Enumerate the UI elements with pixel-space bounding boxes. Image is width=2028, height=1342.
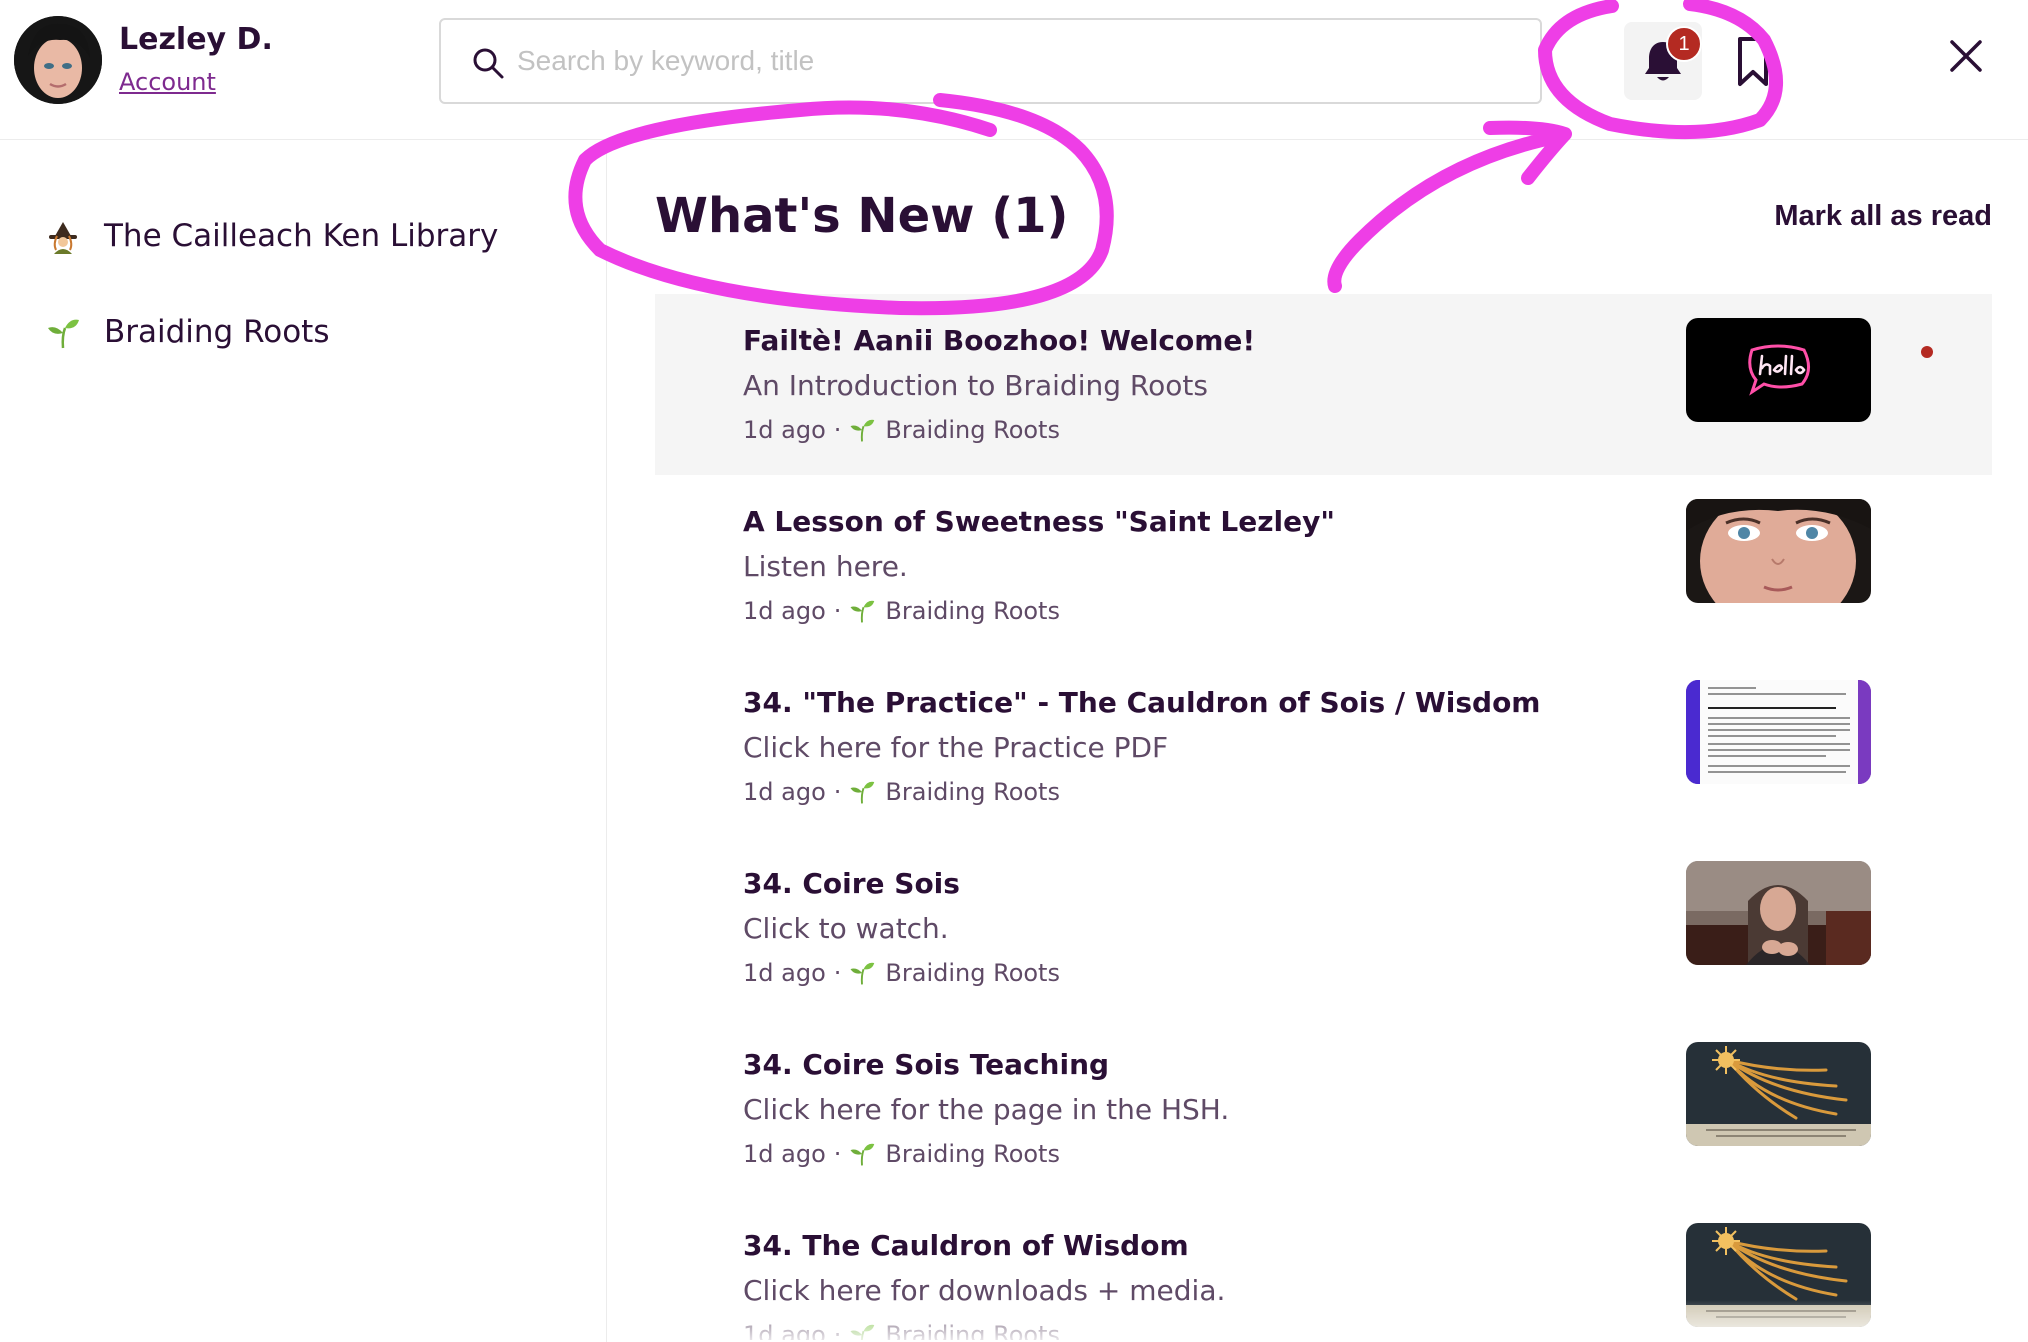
thumbnail-image [1686, 499, 1871, 603]
notification-feed: Failtè! Aanii Boozhoo! Welcome! An Intro… [655, 294, 1992, 1340]
feed-item-description: Click to watch. [743, 912, 949, 945]
annotation-arrow [1327, 120, 1572, 293]
thumbnail-image [1686, 861, 1871, 965]
feed-item-title: 34. The Cauldron of Wisdom [743, 1229, 1189, 1262]
meta-separator: · [833, 416, 842, 444]
face-closeup-thumbnail[interactable] [1686, 499, 1871, 603]
notification-badge: 1 [1666, 26, 1702, 62]
feed-item-community: Braiding Roots [885, 778, 1060, 806]
search-input[interactable] [517, 22, 1517, 100]
sprout-icon [850, 1324, 875, 1340]
app-window: Lezley D. Account 1 [0, 0, 2028, 1342]
thumbnail-image [1686, 680, 1871, 784]
search-box[interactable] [439, 18, 1542, 104]
close-icon[interactable] [1946, 36, 1986, 76]
meta-separator: · [833, 778, 842, 806]
feed-item[interactable]: Failtè! Aanii Boozhoo! Welcome! An Intro… [655, 294, 1992, 475]
mark-all-read-button[interactable]: Mark all as read [1700, 200, 1992, 233]
feed-item[interactable]: 34. Coire Sois Click to watch. 1d ago · … [655, 837, 1992, 1018]
comet-thumbnail[interactable] [1686, 1223, 1871, 1327]
pdf-page-thumbnail[interactable] [1686, 680, 1871, 784]
feed-item-description: Click here for downloads + media. [743, 1274, 1226, 1307]
thumbnail-image [1686, 318, 1871, 422]
user-name: Lezley D. [119, 22, 273, 57]
comet-thumbnail[interactable] [1686, 1042, 1871, 1146]
sprout-icon [850, 419, 875, 442]
account-link[interactable]: Account [119, 68, 216, 96]
sidebar: The Cailleach Ken Library Braiding Roots [0, 140, 607, 1342]
meta-separator: · [833, 959, 842, 987]
feed-item-description: Click here for the Practice PDF [743, 731, 1169, 764]
feed-item-time: 1d ago [743, 597, 826, 625]
feed-item[interactable]: A Lesson of Sweetness "Saint Lezley" Lis… [655, 475, 1992, 656]
feed-item-description: An Introduction to Braiding Roots [743, 369, 1208, 402]
notifications-button[interactable]: 1 [1624, 22, 1702, 100]
feed-item-meta: 1d ago · Braiding Roots [743, 1140, 1060, 1168]
feed-item[interactable]: 34. "The Practice" - The Cauldron of Soi… [655, 656, 1992, 837]
sprout-icon [48, 319, 79, 349]
feed-item-time: 1d ago [743, 778, 826, 806]
unread-indicator [1921, 346, 1933, 358]
feed-item[interactable]: 34. Coire Sois Teaching Click here for t… [655, 1018, 1992, 1199]
feed-item-community: Braiding Roots [885, 959, 1060, 987]
feed-item-description: Click here for the page in the HSH. [743, 1093, 1230, 1126]
sprout-icon [850, 781, 875, 804]
feed-item-description: Listen here. [743, 550, 908, 583]
video-thumbnail[interactable] [1686, 861, 1871, 965]
page-title: What's New (1) [655, 188, 1069, 244]
sidebar-item-cailleach-ken-library[interactable]: The Cailleach Ken Library [46, 210, 566, 270]
top-bar: Lezley D. Account 1 [0, 0, 2028, 140]
feed-item-meta: 1d ago · Braiding Roots [743, 597, 1060, 625]
hello-neon-thumbnail[interactable] [1686, 318, 1871, 422]
avatar-photo [14, 16, 102, 104]
avatar[interactable] [14, 16, 102, 104]
feed-item-title: A Lesson of Sweetness "Saint Lezley" [743, 505, 1335, 538]
feed-item-title: 34. Coire Sois [743, 867, 960, 900]
feed-item-title: 34. "The Practice" - The Cauldron of Soi… [743, 686, 1541, 719]
sprout-icon [850, 962, 875, 985]
sprout-icon [850, 1143, 875, 1166]
feed-item-community: Braiding Roots [885, 1321, 1060, 1340]
feed-item-title: 34. Coire Sois Teaching [743, 1048, 1110, 1081]
meta-separator: · [833, 1140, 842, 1168]
sprout-icon [850, 600, 875, 623]
feed-item-title: Failtè! Aanii Boozhoo! Welcome! [743, 324, 1256, 357]
feed-item-community: Braiding Roots [885, 1140, 1060, 1168]
bookmark-icon[interactable] [1733, 34, 1773, 90]
search-icon [473, 48, 504, 79]
thumbnail-image [1686, 1042, 1871, 1146]
feed-item-community: Braiding Roots [885, 597, 1060, 625]
feed-item-meta: 1d ago · Braiding Roots [743, 416, 1060, 444]
meta-separator: · [833, 597, 842, 625]
feed-item-meta: 1d ago · Braiding Roots [743, 1321, 1060, 1340]
meta-separator: · [833, 1321, 842, 1340]
sidebar-item-braiding-roots[interactable]: Braiding Roots [46, 306, 566, 366]
feed-item-time: 1d ago [743, 1321, 826, 1340]
feed-item-time: 1d ago [743, 416, 826, 444]
feed-item-meta: 1d ago · Braiding Roots [743, 959, 1060, 987]
sidebar-item-label: Braiding Roots [104, 314, 330, 350]
sidebar-item-label: The Cailleach Ken Library [104, 218, 499, 254]
feed-item-time: 1d ago [743, 959, 826, 987]
witch-icon [49, 222, 77, 254]
feed-item[interactable]: 34. The Cauldron of Wisdom Click here fo… [655, 1199, 1992, 1340]
feed-item-time: 1d ago [743, 1140, 826, 1168]
feed-item-community: Braiding Roots [885, 416, 1060, 444]
thumbnail-image [1686, 1223, 1871, 1327]
feed-item-meta: 1d ago · Braiding Roots [743, 778, 1060, 806]
